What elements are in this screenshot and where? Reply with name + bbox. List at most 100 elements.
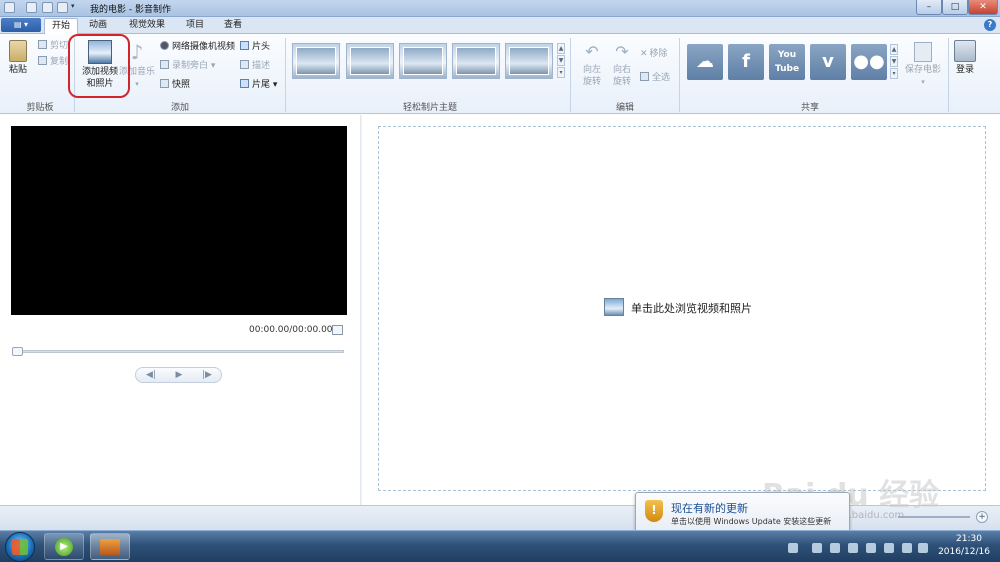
save-quick-icon[interactable] — [26, 2, 37, 13]
cut-label: 剪切 — [50, 41, 69, 51]
camera-icon — [160, 79, 169, 88]
gallery-expand-icon[interactable]: ▾ — [557, 67, 565, 78]
remove-button[interactable]: ✕ 移除 — [640, 48, 668, 61]
tab-home[interactable]: 开始 — [44, 18, 78, 34]
clipboard-group-label: 剪贴板 — [26, 103, 54, 113]
notification-title: 现在有新的更新 — [671, 502, 748, 515]
copy-icon — [38, 56, 47, 65]
autotheme-pan-zoom[interactable] — [505, 43, 553, 79]
title-button[interactable]: 片头 — [240, 41, 270, 54]
clock-date[interactable]: 2016/12/16 — [935, 547, 993, 557]
themes-group-label: 轻松制片主题 — [402, 103, 457, 113]
zoom-in-icon[interactable]: + — [976, 511, 988, 523]
paste-icon — [9, 40, 27, 62]
share-scroll-down-icon[interactable]: ▼ — [890, 56, 898, 67]
tab-project[interactable]: 项目 — [178, 18, 212, 34]
share-scroll-up-icon[interactable]: ▲ — [890, 44, 898, 55]
record-narration-button[interactable]: 录制旁白 ▾ — [160, 60, 215, 73]
paste-label: 粘贴 — [8, 65, 27, 75]
play-icon[interactable]: ▶ — [166, 369, 192, 382]
pane-splitter[interactable] — [360, 115, 362, 505]
close-button[interactable]: ✕ — [968, 0, 998, 15]
ribbon-separator — [948, 38, 949, 112]
notification-subtitle: 单击以使用 Windows Update 安装这些更新 — [671, 517, 832, 526]
rotate-right-button[interactable]: ↷ 向右 旋转 — [608, 42, 636, 88]
autotheme-contemporary[interactable] — [346, 43, 394, 79]
webcam-label: 网络摄像机视频 — [172, 42, 236, 52]
snapshot-button[interactable]: 快照 — [160, 79, 190, 92]
gallery-scroll-up-icon[interactable]: ▲ — [557, 43, 565, 54]
seek-thumb[interactable] — [12, 347, 23, 356]
zoom-slider[interactable] — [898, 516, 970, 518]
autotheme-fade[interactable] — [452, 43, 500, 79]
play-icon: ▶ — [55, 538, 73, 556]
network-icon[interactable] — [902, 543, 912, 553]
fullscreen-icon[interactable] — [332, 325, 343, 335]
app-menu-button[interactable]: ▤ ▾ — [1, 18, 41, 32]
caption-button[interactable]: 描述 — [240, 60, 270, 73]
save-movie-button[interactable]: 保存电影 ▾ — [902, 42, 944, 88]
maximize-button[interactable]: □ — [942, 0, 968, 15]
tray-icon[interactable] — [788, 543, 798, 553]
autotheme-default[interactable] — [292, 43, 340, 79]
tray-icon[interactable] — [884, 543, 894, 553]
volume-icon[interactable] — [918, 543, 928, 553]
tab-visual-effects[interactable]: 视觉效果 — [120, 18, 174, 34]
share-expand-icon[interactable]: ▾ — [890, 68, 898, 79]
tray-icon[interactable] — [848, 543, 858, 553]
rotate-right-label-1: 向右 — [612, 65, 631, 75]
tab-animations[interactable]: 动画 — [80, 18, 116, 34]
tab-view[interactable]: 查看 — [216, 18, 250, 34]
credits-icon — [240, 79, 249, 88]
previous-frame-icon[interactable]: ◀| — [138, 369, 164, 382]
webcam-icon — [160, 41, 169, 50]
movie-maker-window: ▾ 我的电影 - 影音制作 – □ ✕ ▤ ▾ 开始 动画 视觉效果 项目 查看… — [0, 0, 1000, 562]
video-preview[interactable] — [11, 126, 347, 315]
facebook-share-icon[interactable]: f — [728, 44, 764, 80]
caption-icon — [240, 60, 249, 69]
remove-x-icon: ✕ — [640, 49, 648, 59]
rotate-right-label-2: 旋转 — [612, 77, 631, 87]
vimeo-share-icon[interactable]: v — [810, 44, 846, 80]
flickr-share-icon[interactable]: ●● — [851, 44, 887, 80]
copy-button[interactable]: 复制 — [38, 56, 68, 69]
movie-maker-taskbar-item[interactable] — [90, 533, 130, 560]
youtube-share-icon[interactable]: You Tube — [769, 44, 805, 80]
tray-icon[interactable] — [830, 543, 840, 553]
film-photo-icon — [604, 298, 624, 316]
title-label: 片头 — [252, 42, 271, 52]
quick-access-dropdown-icon[interactable]: ▾ — [71, 2, 79, 13]
browse-videos-link[interactable]: 单击此处浏览视频和照片 — [631, 300, 752, 316]
tray-icon[interactable] — [812, 543, 822, 553]
rotate-left-icon: ↶ — [585, 42, 599, 61]
undo-icon[interactable] — [42, 2, 53, 13]
gallery-scroll-down-icon[interactable]: ▼ — [557, 55, 565, 66]
tray-icon[interactable] — [866, 543, 876, 553]
rotate-left-label-2: 旋转 — [582, 77, 601, 87]
update-notification[interactable]: ! 现在有新的更新 单击以使用 Windows Update 安装这些更新 — [635, 492, 850, 532]
media-player-taskbar-item[interactable]: ▶ — [44, 533, 84, 560]
rotate-left-label-1: 向左 — [582, 65, 601, 75]
clock-time[interactable]: 21:30 — [945, 534, 993, 545]
title-bar: ▾ 我的电影 - 影音制作 – □ ✕ — [0, 0, 1000, 17]
skydrive-share-icon[interactable]: ☁ — [687, 44, 723, 80]
select-all-button[interactable]: 全选 — [640, 72, 670, 85]
next-frame-icon[interactable]: |▶ — [194, 369, 220, 382]
redo-icon[interactable] — [57, 2, 68, 13]
autotheme-cinematic[interactable] — [399, 43, 447, 79]
app-icon[interactable] — [4, 2, 15, 13]
credits-button[interactable]: 片尾 ▾ — [240, 79, 277, 92]
chevron-down-icon: ▾ — [921, 78, 925, 86]
cut-button[interactable]: 剪切 — [38, 40, 68, 53]
help-icon[interactable]: ? — [984, 19, 996, 31]
minimize-button[interactable]: – — [916, 0, 942, 15]
rotate-left-button[interactable]: ↶ 向左 旋转 — [578, 42, 606, 88]
seek-bar[interactable] — [12, 350, 344, 353]
window-title: 我的电影 - 影音制作 — [90, 5, 171, 15]
paste-button[interactable]: 粘贴 — [4, 40, 32, 76]
webcam-video-button[interactable]: 网络摄像机视频 — [160, 41, 235, 54]
playback-controls: ◀| ▶ |▶ — [135, 367, 222, 383]
rotate-right-icon: ↷ — [615, 42, 629, 61]
sign-in-button[interactable]: 登录 — [951, 40, 979, 76]
editing-group-label: 编辑 — [615, 103, 634, 113]
